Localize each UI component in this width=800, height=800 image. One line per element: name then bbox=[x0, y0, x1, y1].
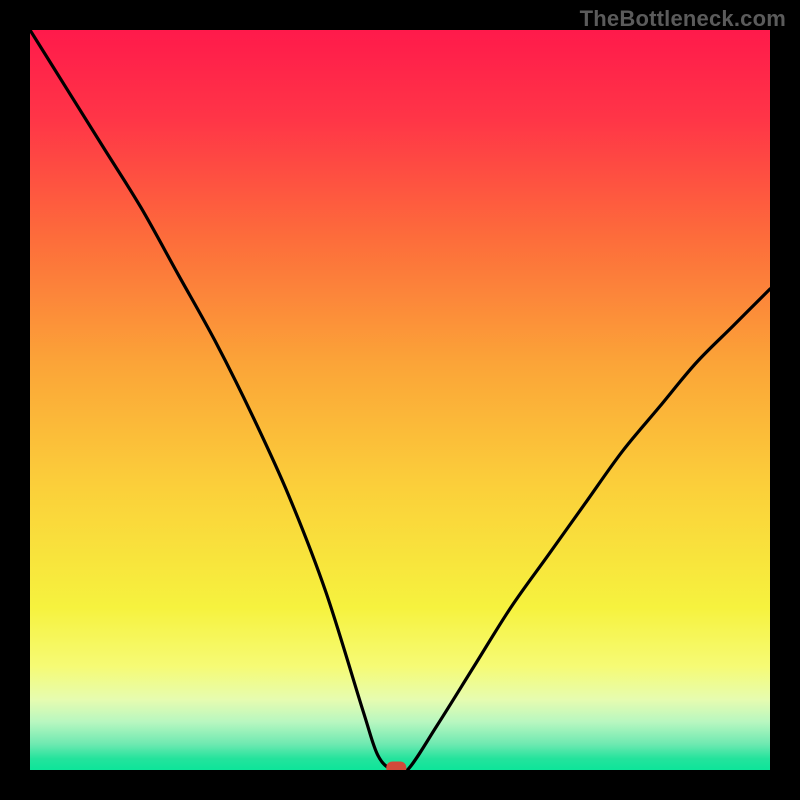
minimum-marker bbox=[386, 762, 406, 775]
bottleneck-chart bbox=[0, 0, 800, 800]
gradient-background bbox=[30, 30, 770, 770]
watermark-text: TheBottleneck.com bbox=[580, 6, 786, 32]
chart-frame: TheBottleneck.com bbox=[0, 0, 800, 800]
